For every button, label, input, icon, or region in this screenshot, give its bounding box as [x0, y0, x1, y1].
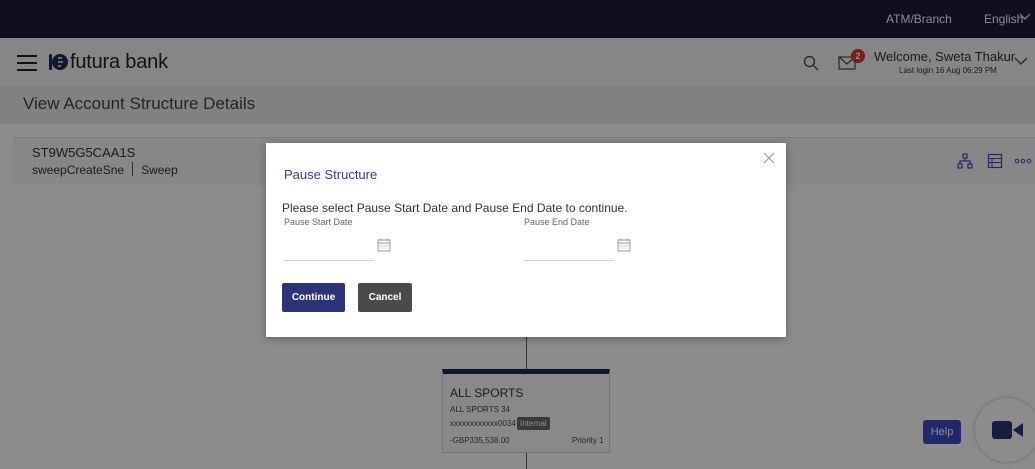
pause-start-date-label: Pause Start Date	[284, 217, 353, 227]
close-icon[interactable]	[763, 152, 775, 164]
continue-button[interactable]: Continue	[282, 283, 345, 312]
calendar-icon[interactable]	[617, 238, 631, 252]
dialog-instruction: Please select Pause Start Date and Pause…	[282, 201, 628, 215]
pause-start-date-input[interactable]	[284, 239, 374, 261]
pause-end-date-input[interactable]	[524, 239, 614, 261]
pause-structure-dialog: Pause Structure Please select Pause Star…	[266, 143, 786, 337]
cancel-button[interactable]: Cancel	[358, 283, 412, 312]
pause-end-date-label: Pause End Date	[524, 217, 590, 227]
dialog-title: Pause Structure	[284, 167, 378, 182]
calendar-icon[interactable]	[377, 238, 391, 252]
